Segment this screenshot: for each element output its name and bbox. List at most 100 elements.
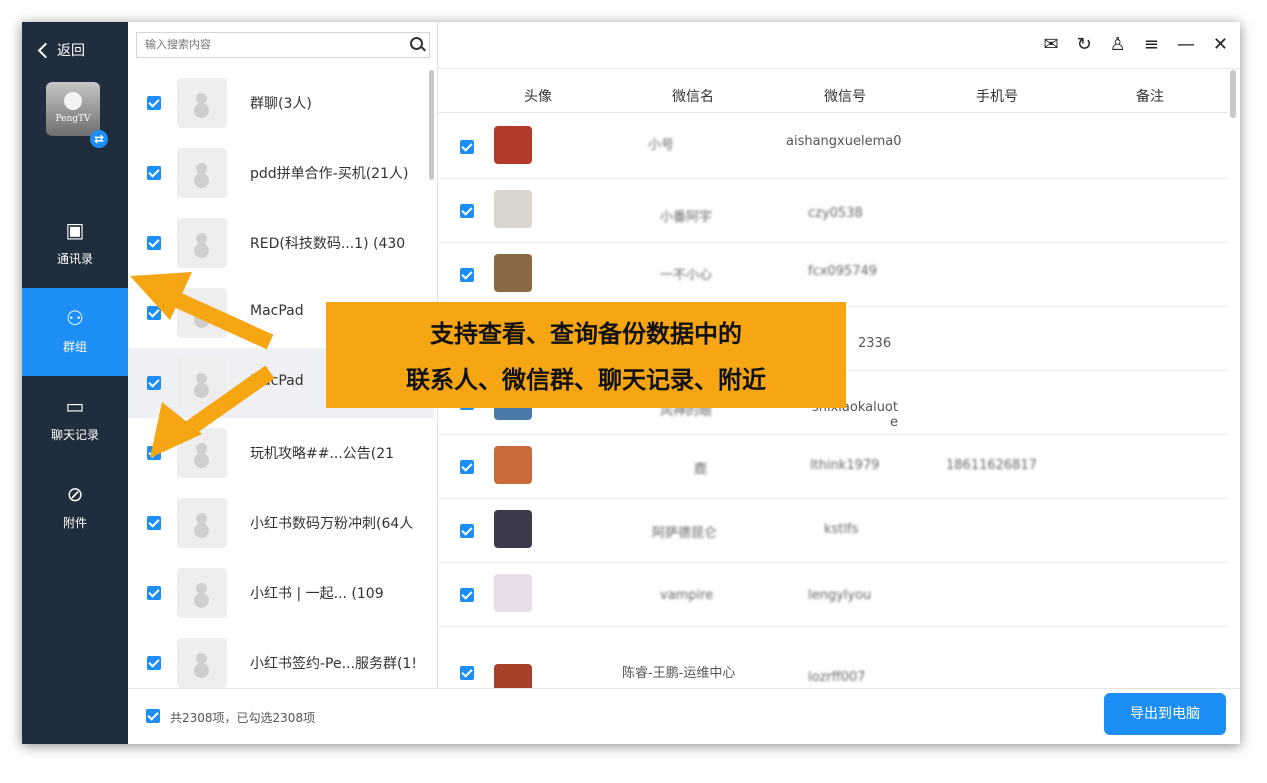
cell-wechat-id: czy0538 (808, 206, 863, 221)
device-avatar[interactable]: PengTV (46, 82, 100, 136)
table-row[interactable]: 陈睿-王鹏-运维中心 lozrff007 (438, 626, 1228, 702)
group-name: 小红书 | 一起... (109 (250, 586, 384, 602)
group-checkbox[interactable] (147, 236, 161, 250)
contact-avatar (494, 574, 532, 612)
attachment-icon: ⊘ (66, 482, 84, 506)
cell-wechat-id: lozrff007 (808, 670, 866, 685)
contact-avatar (494, 254, 532, 292)
group-name: 小红书数码万粉冲刺(64人 (250, 516, 414, 532)
cell-wechat-id: lengylyou (808, 588, 872, 603)
list-item[interactable]: 小红书数码万粉冲刺(64人 (128, 488, 434, 558)
group-avatar (177, 218, 227, 268)
search-box (136, 32, 430, 58)
chat-icon: ▭ (65, 394, 85, 418)
group-avatar (177, 498, 227, 548)
chevron-left-icon (37, 42, 54, 58)
cell-wechat-id: 2336 (858, 336, 892, 351)
device-label: PengTV (55, 114, 91, 124)
table-row[interactable]: 鹿 lthink1979 18611626817 (438, 434, 1228, 499)
group-name: 群聊(3人) (250, 96, 312, 112)
group-name: 小红书签约-Pe...服务群(1! (250, 656, 417, 672)
list-item[interactable]: 群聊(3人) (128, 68, 434, 138)
sidebar-item-groups[interactable]: ⚇ 群组 (22, 288, 128, 376)
back-button[interactable]: 返回 (36, 40, 85, 60)
sidebar-item-label: 群组 (62, 340, 87, 354)
sidebar: 返回 PengTV ⇄ ▣ 通讯录 ⚇ 群组 ▭ 聊天记录 ⊘ 附件 (22, 22, 128, 744)
row-checkbox[interactable] (460, 666, 474, 680)
cell-wechat-id: aishangxuelema0 (786, 134, 902, 149)
cell-wechat-id: fcx095749 (808, 264, 878, 279)
row-checkbox[interactable] (460, 460, 474, 474)
menu-icon[interactable]: ≡ (1144, 34, 1159, 55)
table-row[interactable]: vampire lengylyou (438, 562, 1228, 627)
title-bar: ✉ ↻ ♙ ≡ — ✕ (438, 22, 1240, 69)
group-name: pdd拼单合作-买机(21人) (250, 166, 409, 182)
search-icon[interactable] (410, 37, 423, 50)
switch-device-icon[interactable]: ⇄ (90, 130, 108, 148)
selection-summary: 共2308项，已勾选2308项 (170, 711, 316, 725)
cell-wechat-id: kstlfs (824, 522, 859, 537)
group-list-scrollbar[interactable] (429, 70, 434, 180)
cell-nickname: 鹿 (694, 462, 708, 477)
sidebar-item-attachments[interactable]: ⊘ 附件 (22, 464, 128, 552)
feature-banner: 支持查看、查询备份数据中的 联系人、微信群、聊天记录、附近 (326, 302, 846, 408)
mail-icon[interactable]: ✉ (1043, 34, 1058, 55)
group-name: RED(科技数码...1) (430 (250, 236, 406, 252)
user-icon[interactable]: ♙ (1110, 34, 1126, 55)
cell-phone: 18611626817 (946, 458, 1037, 473)
list-item[interactable]: 小红书签约-Pe...服务群(1! (128, 628, 434, 688)
group-icon: ⚇ (66, 306, 84, 330)
cell-nickname: 一不小心 (660, 268, 713, 283)
arrow-annotation-icon (130, 272, 275, 458)
group-avatar (177, 638, 227, 688)
sidebar-item-chat-history[interactable]: ▭ 聊天记录 (22, 376, 128, 464)
refresh-icon[interactable]: ↻ (1077, 34, 1092, 55)
contact-avatar (494, 190, 532, 228)
sidebar-item-label: 聊天记录 (50, 428, 99, 442)
minimize-icon[interactable]: — (1177, 34, 1195, 55)
close-icon[interactable]: ✕ (1213, 34, 1228, 55)
cell-wechat-id: lthink1979 (810, 458, 880, 473)
table-row[interactable]: 一不小心 fcx095749 (438, 242, 1228, 307)
row-checkbox[interactable] (460, 588, 474, 602)
table-row[interactable]: 小号 aishangxuelema0 (438, 114, 1228, 179)
header-wechat-id: 微信号 (824, 89, 866, 105)
sidebar-item-label: 附件 (62, 516, 87, 530)
apple-icon (64, 92, 82, 110)
group-avatar (177, 568, 227, 618)
cell-nickname: 小号 (648, 138, 675, 153)
table-header: 头像 微信名 微信号 手机号 备注 (438, 78, 1228, 113)
row-checkbox[interactable] (460, 524, 474, 538)
group-checkbox[interactable] (147, 516, 161, 530)
footer-bar: 共2308项，已勾选2308项 导出到电脑 (128, 688, 1240, 744)
row-checkbox[interactable] (460, 140, 474, 154)
banner-line-1: 支持查看、查询备份数据中的 (430, 320, 742, 348)
search-input[interactable] (143, 37, 397, 52)
contact-avatar (494, 446, 532, 484)
sidebar-item-contacts[interactable]: ▣ 通讯录 (22, 200, 128, 288)
group-avatar (177, 148, 227, 198)
list-item[interactable]: pdd拼单合作-买机(21人) (128, 138, 434, 208)
header-avatar: 头像 (524, 89, 552, 105)
contacts-icon: ▣ (65, 218, 85, 242)
banner-line-2: 联系人、微信群、聊天记录、附近 (406, 366, 766, 394)
table-row[interactable]: 小番阿宇 czy0538 (438, 178, 1228, 243)
row-checkbox[interactable] (460, 204, 474, 218)
list-item[interactable]: 小红书 | 一起... (109 (128, 558, 434, 628)
export-to-computer-button[interactable]: 导出到电脑 (1104, 693, 1226, 735)
header-phone: 手机号 (976, 89, 1018, 105)
contact-avatar (494, 510, 532, 548)
table-scrollbar[interactable] (1230, 70, 1236, 118)
contact-avatar (494, 126, 532, 164)
select-all-checkbox[interactable] (146, 709, 160, 723)
group-checkbox[interactable] (147, 586, 161, 600)
group-checkbox[interactable] (147, 656, 161, 670)
row-checkbox[interactable] (460, 268, 474, 282)
group-avatar (177, 78, 227, 128)
cell-nickname: 陈睿-王鹏-运维中心 (622, 666, 736, 681)
header-note: 备注 (1136, 89, 1164, 105)
table-row[interactable]: 阿萨德昆仑 kstlfs (438, 498, 1228, 563)
cell-nickname: vampire (660, 588, 714, 603)
group-checkbox[interactable] (147, 96, 161, 110)
group-checkbox[interactable] (147, 166, 161, 180)
